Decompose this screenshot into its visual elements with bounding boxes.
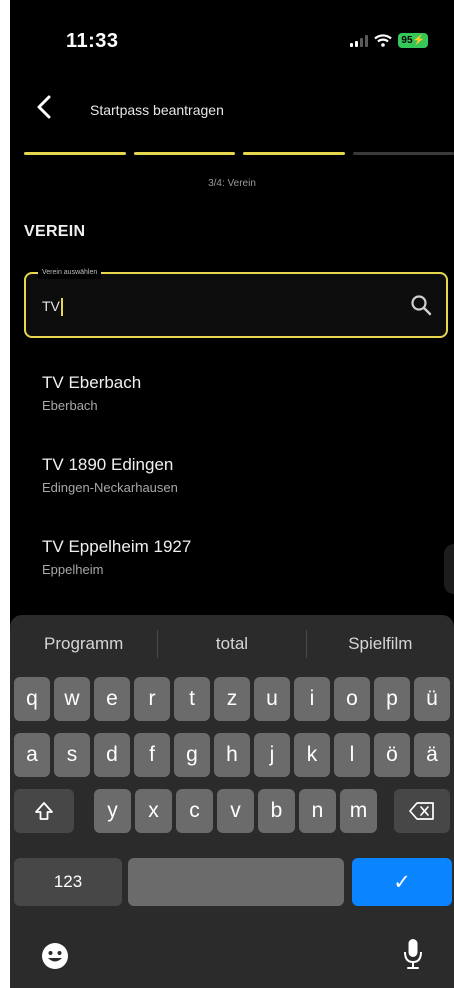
progress-bar bbox=[24, 152, 454, 155]
key-d[interactable]: d bbox=[94, 733, 130, 777]
key-x[interactable]: x bbox=[135, 789, 172, 833]
backspace-icon bbox=[409, 802, 434, 820]
suggestion-item[interactable]: total bbox=[158, 634, 305, 654]
list-item[interactable]: TV Eberbach Eberbach bbox=[42, 372, 191, 454]
space-key[interactable] bbox=[128, 858, 344, 906]
key-c[interactable]: c bbox=[176, 789, 213, 833]
microphone-icon[interactable] bbox=[402, 938, 424, 970]
shift-icon bbox=[35, 802, 53, 820]
key-p[interactable]: p bbox=[374, 677, 410, 721]
status-time: 11:33 bbox=[66, 30, 119, 52]
list-item[interactable]: TV Eppelheim 1927 Eppelheim bbox=[42, 536, 191, 618]
progress-step-3 bbox=[243, 152, 345, 155]
section-title: VEREIN bbox=[24, 223, 86, 240]
page-title: Startpass beantragen bbox=[90, 102, 224, 118]
battery-level: 95 bbox=[401, 35, 413, 46]
signal-icon bbox=[350, 34, 369, 47]
key-f[interactable]: f bbox=[134, 733, 170, 777]
key-k[interactable]: k bbox=[294, 733, 330, 777]
suggestion-item[interactable]: Programm bbox=[10, 634, 157, 654]
results-list: TV Eberbach Eberbach TV 1890 Edingen Edi… bbox=[42, 372, 191, 618]
club-city: Edingen-Neckarhausen bbox=[42, 480, 178, 495]
field-label: Verein auswählen bbox=[38, 267, 102, 279]
key-i[interactable]: i bbox=[294, 677, 330, 721]
key-l[interactable]: l bbox=[334, 733, 370, 777]
key-e[interactable]: e bbox=[94, 677, 130, 721]
key-row-1: qwertzuiopü bbox=[14, 677, 450, 721]
wifi-icon bbox=[374, 34, 393, 47]
status-icons: 95⚡ bbox=[350, 33, 428, 48]
key-ü[interactable]: ü bbox=[414, 677, 450, 721]
key-w[interactable]: w bbox=[54, 677, 90, 721]
back-button[interactable] bbox=[32, 92, 56, 122]
search-icon[interactable] bbox=[410, 294, 432, 316]
key-q[interactable]: q bbox=[14, 677, 50, 721]
shift-key[interactable] bbox=[14, 789, 74, 833]
club-name: TV 1890 Edingen bbox=[42, 455, 174, 474]
key-row-3: yxcvbnm bbox=[94, 789, 377, 833]
key-z[interactable]: z bbox=[214, 677, 250, 721]
key-m[interactable]: m bbox=[340, 789, 377, 833]
key-b[interactable]: b bbox=[258, 789, 295, 833]
club-city: Eppelheim bbox=[42, 562, 104, 577]
suggestion-item[interactable]: Spielfilm bbox=[307, 634, 454, 654]
club-search-field[interactable]: Verein auswählen TV bbox=[24, 267, 448, 338]
list-item[interactable]: TV 1890 Edingen Edingen-Neckarhausen bbox=[42, 454, 191, 536]
key-j[interactable]: j bbox=[254, 733, 290, 777]
emoji-icon[interactable] bbox=[40, 941, 70, 971]
scroll-handle[interactable] bbox=[444, 544, 454, 594]
key-ö[interactable]: ö bbox=[374, 733, 410, 777]
progress-step-1 bbox=[24, 152, 126, 155]
suggestion-bar: Programm total Spielfilm bbox=[10, 615, 454, 673]
chevron-left-icon bbox=[37, 95, 51, 119]
key-y[interactable]: y bbox=[94, 789, 131, 833]
search-input-value: TV bbox=[42, 298, 60, 314]
key-v[interactable]: v bbox=[217, 789, 254, 833]
progress-step-4 bbox=[352, 152, 454, 155]
key-s[interactable]: s bbox=[54, 733, 90, 777]
done-key[interactable]: ✓ bbox=[352, 858, 452, 906]
app-screen: 11:33 95⚡ Startpass beantragen 3/4: Vere… bbox=[10, 0, 454, 988]
numbers-key[interactable]: 123 bbox=[14, 858, 122, 906]
search-input[interactable]: TV bbox=[42, 298, 63, 317]
key-g[interactable]: g bbox=[174, 733, 210, 777]
key-a[interactable]: a bbox=[14, 733, 50, 777]
key-u[interactable]: u bbox=[254, 677, 290, 721]
club-name: TV Eppelheim 1927 bbox=[42, 537, 192, 556]
keyboard: Programm total Spielfilm qwertzuiopü asd… bbox=[10, 615, 454, 988]
key-n[interactable]: n bbox=[299, 789, 336, 833]
key-ä[interactable]: ä bbox=[414, 733, 450, 777]
key-row-2: asdfghjklöä bbox=[14, 733, 450, 777]
backspace-key[interactable] bbox=[394, 789, 450, 833]
text-caret bbox=[60, 298, 63, 317]
club-city: Eberbach bbox=[42, 398, 98, 413]
step-label: 3/4: Verein bbox=[208, 178, 256, 189]
club-name: TV Eberbach bbox=[42, 373, 142, 392]
key-r[interactable]: r bbox=[134, 677, 170, 721]
progress-step-2 bbox=[133, 152, 235, 155]
key-o[interactable]: o bbox=[334, 677, 370, 721]
battery-icon: 95⚡ bbox=[398, 33, 428, 48]
key-t[interactable]: t bbox=[174, 677, 210, 721]
key-h[interactable]: h bbox=[214, 733, 250, 777]
